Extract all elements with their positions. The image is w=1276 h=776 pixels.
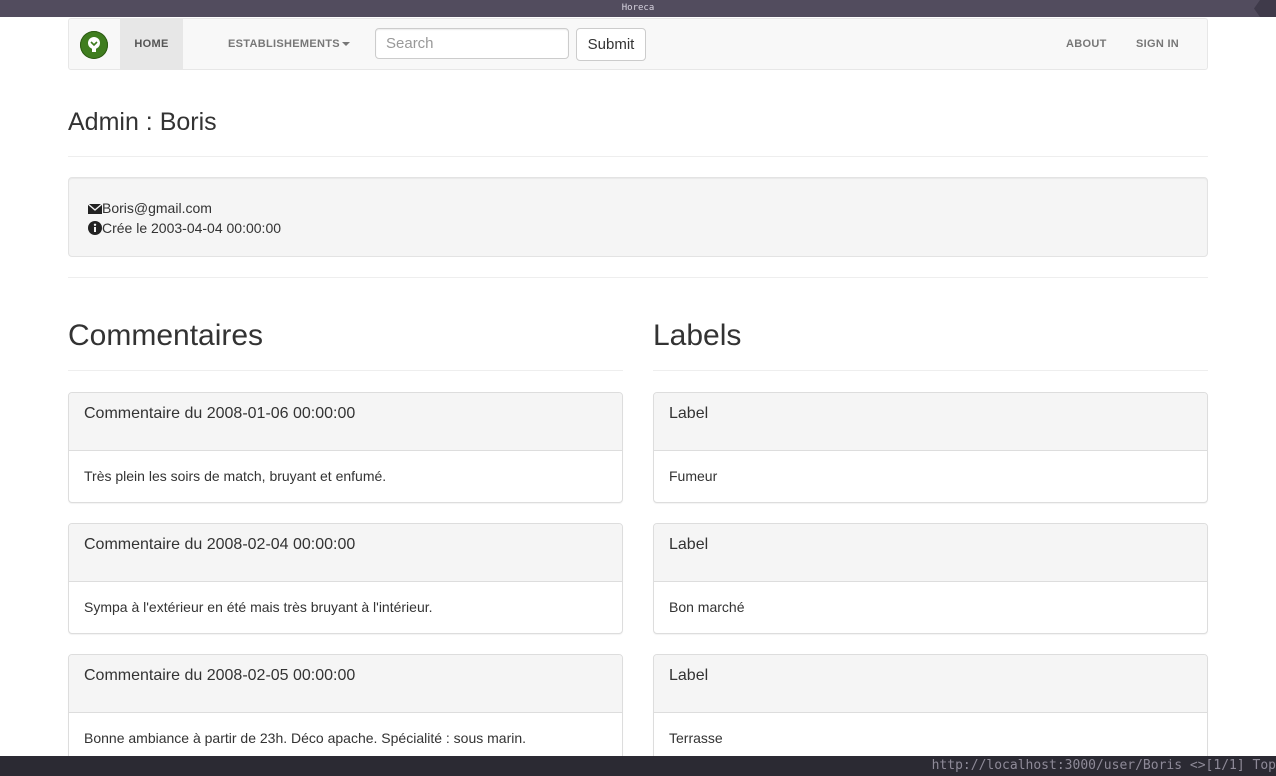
label-body: Bon marché xyxy=(669,599,745,615)
labels-heading: Labels xyxy=(653,319,742,352)
comments-heading: Commentaires xyxy=(68,319,264,352)
divider xyxy=(68,277,1208,278)
bulb-logo-icon xyxy=(88,37,100,52)
navbar: HOME ESTABLISHEMENTS Submit ABOUT SIGN I… xyxy=(68,18,1208,70)
status-position: Top xyxy=(1252,758,1276,773)
label-title: Label xyxy=(654,655,1207,713)
comment-panel: Commentaire du 2008-01-06 00:00:00 Très … xyxy=(68,392,623,503)
comment-body: Sympa à l'extérieur en été mais très bru… xyxy=(84,599,433,615)
nav-establishments-dropdown[interactable]: ESTABLISHEMENTS xyxy=(228,19,350,69)
status-bar: http://localhost:3000/user/Boris <>[1/1]… xyxy=(0,756,1276,776)
status-url: http://localhost:3000/user/Boris xyxy=(931,758,1183,773)
status-indicator: <>[1/1] xyxy=(1189,758,1245,773)
created-line: Crée le 2003-04-04 00:00:00 xyxy=(88,218,281,238)
profile-well: Boris@gmail.com Crée le 2003-04-04 00:00… xyxy=(68,177,1208,257)
label-title: Label xyxy=(654,393,1207,451)
comment-body: Bonne ambiance à partir de 23h. Déco apa… xyxy=(84,730,527,746)
brand-logo[interactable] xyxy=(80,31,108,59)
profile-created: Crée le 2003-04-04 00:00:00 xyxy=(102,220,282,236)
email-line: Boris@gmail.com xyxy=(88,198,212,218)
window-title: Horeca xyxy=(621,3,655,13)
divider xyxy=(68,156,1208,157)
window-titlebar: Horeca xyxy=(0,0,1276,17)
caret-down-icon xyxy=(341,42,350,47)
comment-title: Commentaire du 2008-01-06 00:00:00 xyxy=(69,393,622,451)
divider xyxy=(653,370,1208,371)
comment-body: Très plein les soirs de match, bruyant e… xyxy=(84,468,387,484)
profile-email: Boris@gmail.com xyxy=(102,200,212,216)
divider xyxy=(68,370,623,371)
label-body: Fumeur xyxy=(669,468,718,484)
label-panel: Label Terrasse xyxy=(653,654,1208,765)
label-panel: Label Fumeur xyxy=(653,392,1208,503)
envelope-icon xyxy=(88,203,102,214)
nav-establishments-label: ESTABLISHEMENTS xyxy=(228,38,340,50)
nav-home[interactable]: HOME xyxy=(120,19,183,69)
info-icon xyxy=(88,221,102,235)
label-panel: Label Bon marché xyxy=(653,523,1208,634)
nav-about[interactable]: ABOUT xyxy=(1066,19,1107,69)
corner-tab-icon xyxy=(1254,0,1276,17)
comment-title: Commentaire du 2008-02-05 00:00:00 xyxy=(69,655,622,713)
comment-panel: Commentaire du 2008-02-04 00:00:00 Sympa… xyxy=(68,523,623,634)
nav-sign-in[interactable]: SIGN IN xyxy=(1136,19,1179,69)
label-body: Terrasse xyxy=(669,730,723,746)
page-title: Admin : Boris xyxy=(68,108,217,136)
comment-panel: Commentaire du 2008-02-05 00:00:00 Bonne… xyxy=(68,654,623,765)
search-input[interactable] xyxy=(375,28,569,59)
comment-title: Commentaire du 2008-02-04 00:00:00 xyxy=(69,524,622,582)
submit-button[interactable]: Submit xyxy=(576,28,646,61)
label-title: Label xyxy=(654,524,1207,582)
